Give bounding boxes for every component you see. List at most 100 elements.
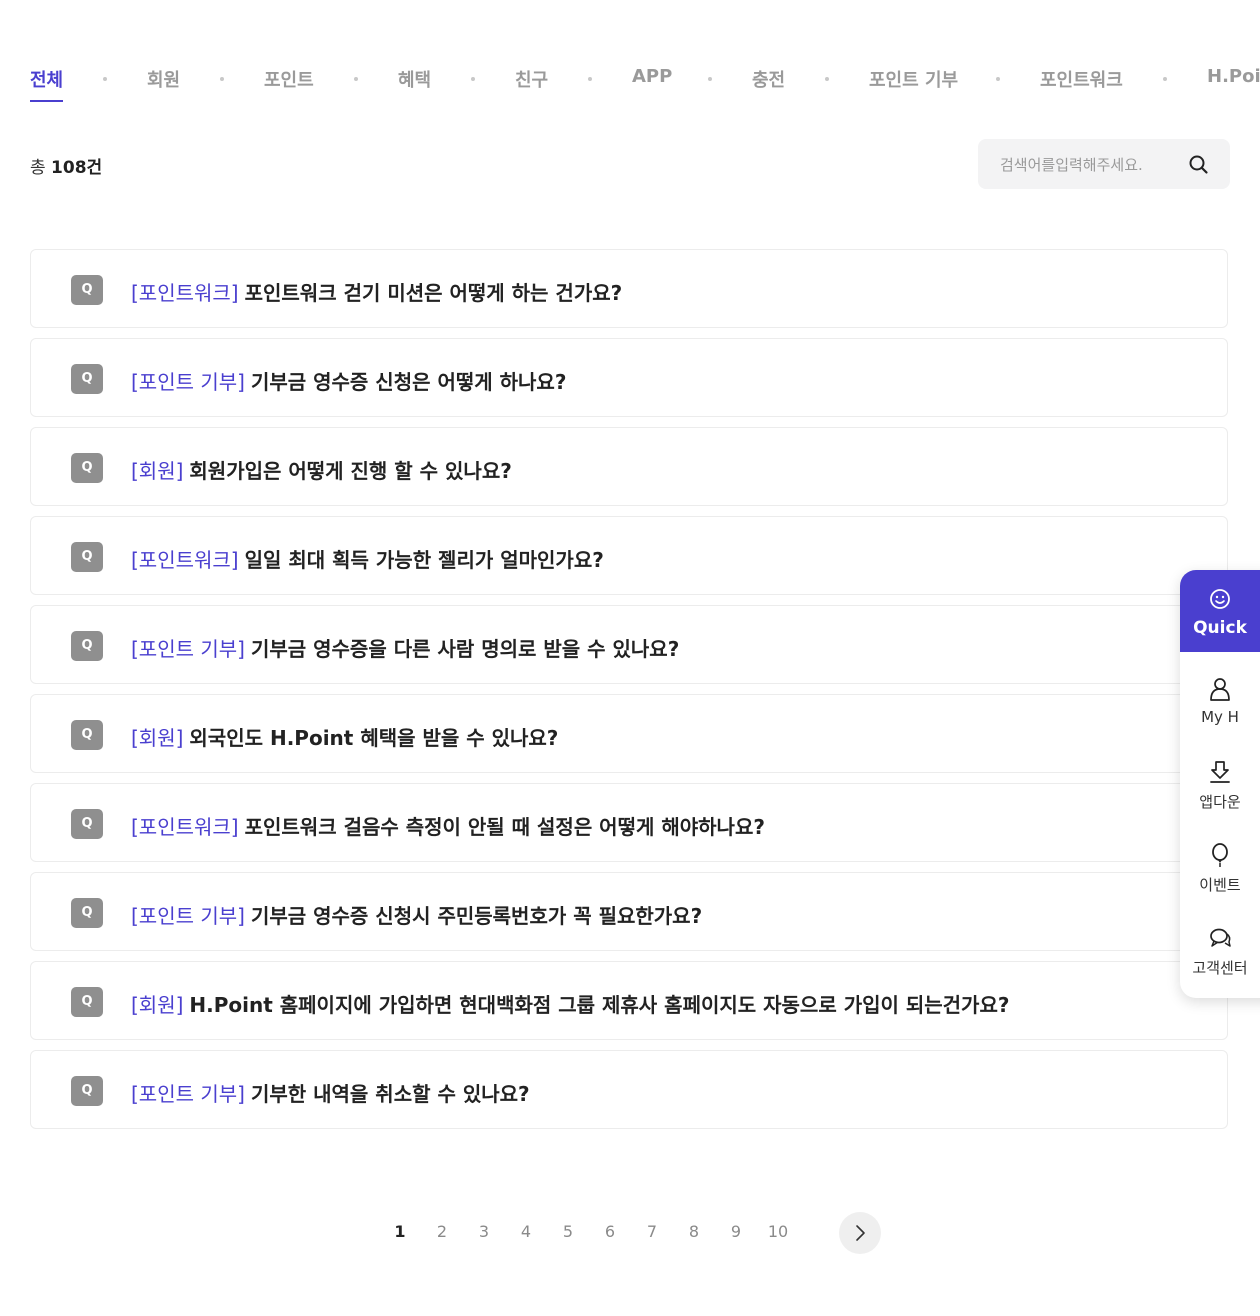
question-badge: Q — [71, 898, 103, 928]
faq-item[interactable]: Q [포인트 기부] 기부금 영수증 신청시 주민등록번호가 꼭 필요한가요? — [30, 872, 1228, 951]
faq-text: [포인트워크] 일일 최대 획득 가능한 젤리가 얼마인가요? — [131, 544, 604, 573]
faq-item[interactable]: Q [회원] H.Point 홈페이지에 가입하면 현대백화점 그룹 제휴사 홈페… — [30, 961, 1228, 1040]
quick-item-customer-center[interactable]: 고객센터 — [1180, 925, 1260, 998]
search-icon[interactable] — [1186, 152, 1212, 178]
faq-question: 포인트워크 걸음수 측정이 안될 때 설정은 어떻게 해야하나요? — [244, 815, 765, 839]
next-page-button[interactable] — [839, 1212, 881, 1254]
page-3[interactable]: 3 — [472, 1222, 496, 1241]
quick-title: Quick — [1193, 618, 1247, 638]
faq-text: [포인트 기부] 기부금 영수증을 다른 사람 명의로 받을 수 있나요? — [131, 633, 679, 662]
quick-item-myh[interactable]: My H — [1180, 676, 1260, 754]
category-tabs: 전체 회원 포인트 혜택 친구 APP 충전 포인트 기부 포인트워크 H.Po… — [0, 64, 1260, 104]
faq-question: 기부금 영수증 신청은 어떻게 하나요? — [250, 370, 567, 394]
question-badge: Q — [71, 720, 103, 750]
faq-item[interactable]: Q [포인트워크] 포인트워크 걷기 미션은 어떻게 하는 건가요? — [30, 249, 1228, 328]
faq-category: [포인트워크] — [131, 548, 239, 572]
tab-separator — [825, 77, 829, 81]
page-5[interactable]: 5 — [556, 1222, 580, 1241]
tab-separator — [708, 77, 712, 81]
download-icon — [1210, 761, 1230, 783]
tab-separator — [103, 77, 107, 81]
faq-question: 외국인도 H.Point 혜택을 받을 수 있나요? — [189, 726, 559, 750]
faq-question: 기부금 영수증을 다른 사람 명의로 받을 수 있나요? — [250, 637, 680, 661]
tab-point-walk[interactable]: 포인트워크 — [1040, 66, 1123, 92]
tab-all[interactable]: 전체 — [30, 66, 64, 102]
tab-friend[interactable]: 친구 — [515, 66, 548, 92]
faq-category: [포인트 기부] — [131, 637, 245, 661]
tab-separator — [354, 77, 358, 81]
question-badge: Q — [71, 542, 103, 572]
page-10[interactable]: 10 — [766, 1222, 790, 1241]
faq-text: [회원] 외국인도 H.Point 혜택을 받을 수 있나요? — [131, 722, 558, 751]
faq-item[interactable]: Q [회원] 외국인도 H.Point 혜택을 받을 수 있나요? — [30, 694, 1228, 773]
faq-category: [포인트워크] — [131, 815, 239, 839]
page-6[interactable]: 6 — [598, 1222, 622, 1241]
faq-question: 포인트워크 걷기 미션은 어떻게 하는 건가요? — [244, 281, 623, 305]
faq-item[interactable]: Q [포인트 기부] 기부금 영수증을 다른 사람 명의로 받을 수 있나요? — [30, 605, 1228, 684]
quick-item-app-download[interactable]: 앱다운 — [1180, 759, 1260, 837]
tab-separator — [220, 77, 224, 81]
faq-item[interactable]: Q [포인트 기부] 기부금 영수증 신청은 어떻게 하나요? — [30, 338, 1228, 417]
faq-text: [포인트 기부] 기부금 영수증 신청시 주민등록번호가 꼭 필요한가요? — [131, 900, 702, 929]
faq-text: [포인트워크] 포인트워크 걷기 미션은 어떻게 하는 건가요? — [131, 277, 622, 306]
faq-text: [회원] 회원가입은 어떻게 진행 할 수 있나요? — [131, 455, 512, 484]
pagination: 1 2 3 4 5 6 7 8 9 10 — [0, 1212, 1260, 1254]
search-box — [978, 139, 1230, 189]
total-prefix: 총 — [30, 158, 46, 178]
faq-item[interactable]: Q [포인트워크] 포인트워크 걸음수 측정이 안될 때 설정은 어떻게 해야하나… — [30, 783, 1228, 862]
tab-separator — [1163, 77, 1167, 81]
faq-question: 기부금 영수증 신청시 주민등록번호가 꼭 필요한가요? — [250, 904, 703, 928]
total-count: 총 108건 — [30, 153, 102, 178]
faq-question: H.Point 홈페이지에 가입하면 현대백화점 그룹 제휴사 홈페이지도 자동… — [189, 993, 1010, 1017]
faq-category: [회원] — [131, 726, 184, 750]
quick-item-label: My H — [1201, 708, 1239, 726]
question-badge: Q — [71, 364, 103, 394]
search-input[interactable] — [998, 152, 1182, 178]
tab-member[interactable]: 회원 — [147, 66, 180, 92]
question-badge: Q — [71, 275, 103, 305]
balloon-icon — [1212, 843, 1228, 867]
page-4[interactable]: 4 — [514, 1222, 538, 1241]
tab-separator — [471, 77, 475, 81]
faq-item[interactable]: Q [포인트 기부] 기부한 내역을 취소할 수 있나요? — [30, 1050, 1228, 1129]
faq-text: [포인트워크] 포인트워크 걸음수 측정이 안될 때 설정은 어떻게 해야하나요? — [131, 811, 765, 840]
tab-point-donation[interactable]: 포인트 기부 — [869, 66, 958, 92]
question-badge: Q — [71, 453, 103, 483]
quick-item-event[interactable]: 이벤트 — [1180, 842, 1260, 920]
faq-text: [포인트 기부] 기부금 영수증 신청은 어떻게 하나요? — [131, 366, 566, 395]
quick-button[interactable]: Quick — [1180, 570, 1260, 652]
smile-icon — [1210, 589, 1230, 609]
faq-category: [회원] — [131, 993, 184, 1017]
question-badge: Q — [71, 631, 103, 661]
faq-category: [포인트 기부] — [131, 904, 245, 928]
faq-text: [회원] H.Point 홈페이지에 가입하면 현대백화점 그룹 제휴사 홈페이지… — [131, 989, 1009, 1018]
faq-category: [포인트워크] — [131, 281, 239, 305]
tab-charge[interactable]: 충전 — [752, 66, 785, 92]
faq-question: 일일 최대 획득 가능한 젤리가 얼마인가요? — [244, 548, 604, 572]
tab-benefit[interactable]: 혜택 — [398, 66, 431, 92]
chevron-right-icon — [856, 1225, 865, 1241]
faq-category: [포인트 기부] — [131, 1082, 245, 1106]
quick-item-label: 고객센터 — [1192, 959, 1248, 977]
page-9[interactable]: 9 — [724, 1222, 748, 1241]
total-value: 108건 — [51, 158, 103, 178]
faq-item[interactable]: Q [포인트워크] 일일 최대 획득 가능한 젤리가 얼마인가요? — [30, 516, 1228, 595]
faq-question: 회원가입은 어떻게 진행 할 수 있나요? — [189, 459, 512, 483]
faq-question: 기부한 내역을 취소할 수 있나요? — [250, 1082, 530, 1106]
page-8[interactable]: 8 — [682, 1222, 706, 1241]
quick-item-label: 앱다운 — [1199, 793, 1241, 811]
page-1[interactable]: 1 — [388, 1222, 412, 1241]
tab-hpoint[interactable]: H.Point — [1207, 66, 1260, 87]
quick-item-label: 이벤트 — [1199, 876, 1241, 894]
tab-separator — [996, 77, 1000, 81]
tab-separator — [588, 77, 592, 81]
faq-text: [포인트 기부] 기부한 내역을 취소할 수 있나요? — [131, 1078, 530, 1107]
faq-item[interactable]: Q [회원] 회원가입은 어떻게 진행 할 수 있나요? — [30, 427, 1228, 506]
user-icon — [1210, 678, 1230, 701]
tab-point[interactable]: 포인트 — [264, 66, 314, 92]
question-badge: Q — [71, 987, 103, 1017]
page-2[interactable]: 2 — [430, 1222, 454, 1241]
quick-menu: Quick My H 앱다운 이벤트 고객센터 — [1180, 570, 1260, 998]
page-7[interactable]: 7 — [640, 1222, 664, 1241]
tab-app[interactable]: APP — [632, 66, 672, 87]
